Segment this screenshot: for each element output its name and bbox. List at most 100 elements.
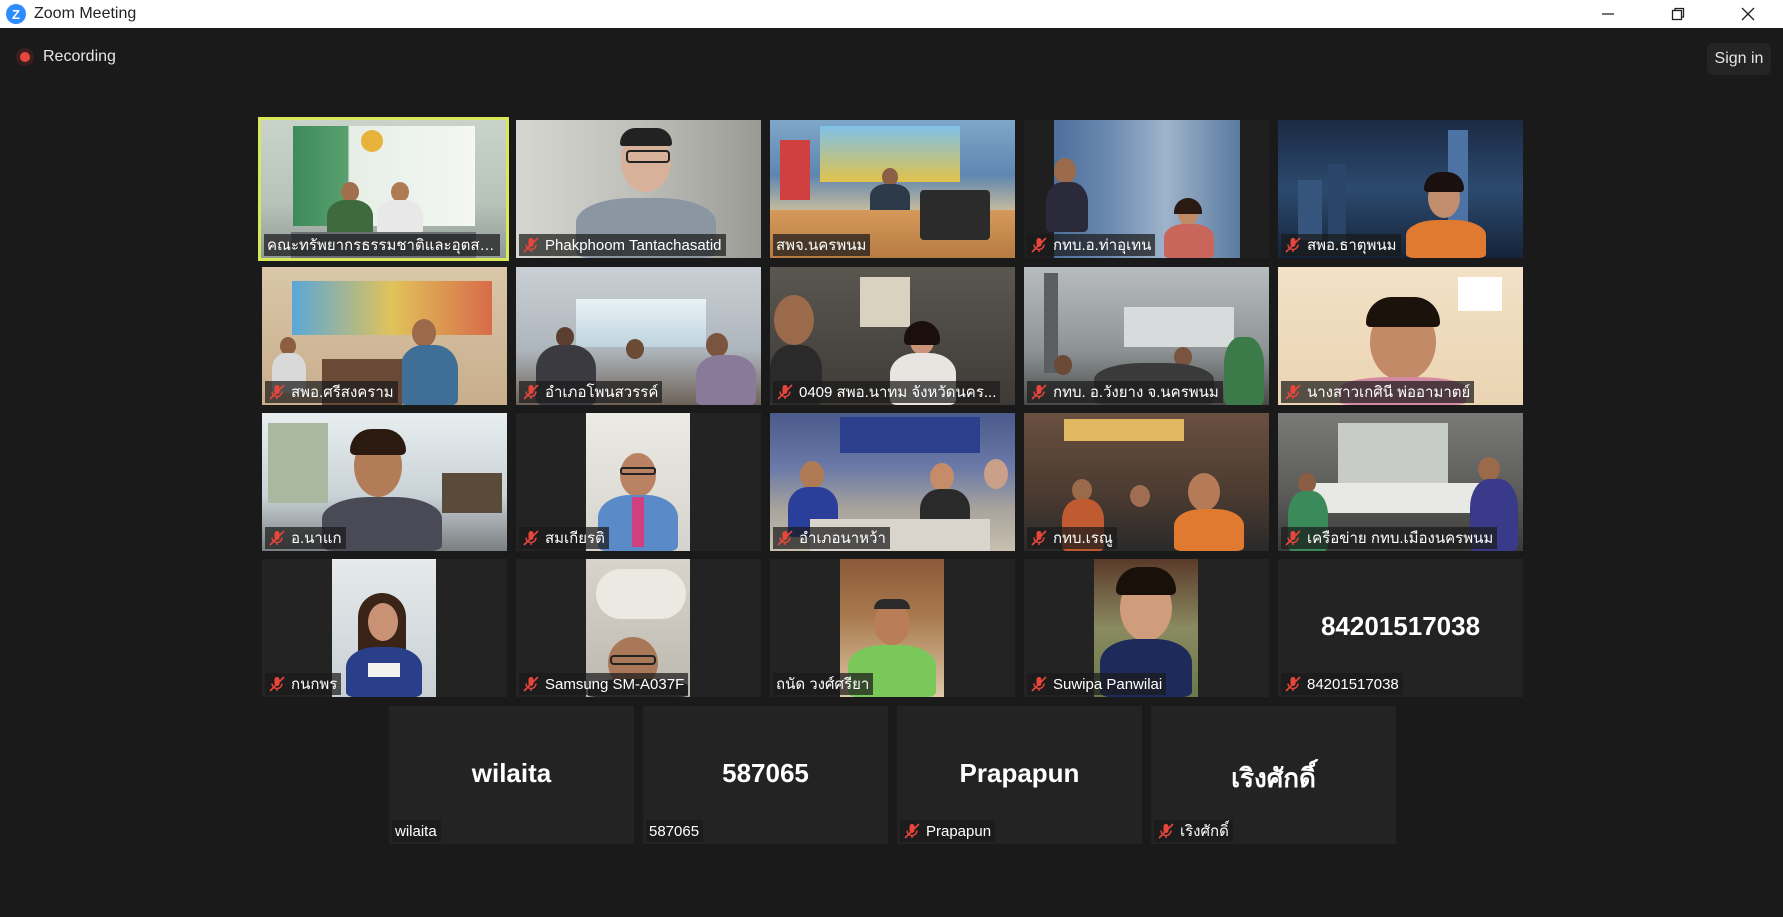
restore-icon: [1671, 7, 1685, 21]
participant-name: สพจ.นครพนม: [776, 237, 867, 254]
zoom-logo-icon: Z: [6, 4, 26, 24]
participant-tile[interactable]: สพจ.นครพนม: [770, 120, 1015, 258]
participant-nameplate: เครือข่าย กทบ.เมืองนครพนม: [1281, 527, 1498, 549]
participant-name: คณะทรัพยากรธรรมชาติและอุตสา...: [267, 237, 496, 254]
participant-name: 587065: [649, 822, 700, 840]
participant-nameplate: กทบ. อ.วังยาง จ.นครพนม: [1027, 381, 1223, 403]
participant-nameplate: Suwipa Panwilai: [1027, 673, 1167, 695]
participant-nameplate: เริงศักดิ์: [1154, 820, 1233, 842]
participant-name: นางสาวเกศินี พ่ออามาตย์: [1307, 384, 1471, 401]
close-icon: [1741, 7, 1755, 21]
muted-microphone-icon: [1285, 676, 1301, 692]
muted-microphone-icon: [1285, 530, 1301, 546]
participant-tile[interactable]: อ.นาแก: [262, 413, 507, 551]
participant-nameplate: อ.นาแก: [265, 527, 346, 549]
participant-tile[interactable]: นางสาวเกศินี พ่ออามาตย์: [1278, 267, 1523, 405]
participant-tile[interactable]: เครือข่าย กทบ.เมืองนครพนม: [1278, 413, 1523, 551]
participant-name: ถนัด วงศ์ศรียา: [776, 676, 870, 693]
muted-microphone-icon: [269, 384, 285, 400]
participant-tile[interactable]: wilaita wilaita: [389, 706, 634, 844]
muted-microphone-icon: [777, 530, 793, 546]
minimize-icon: [1602, 13, 1614, 15]
participant-tile[interactable]: กนกพร: [262, 559, 507, 697]
participant-name: สพอ.ศรีสงคราม: [291, 384, 394, 401]
window-controls: [1573, 0, 1783, 28]
muted-microphone-icon: [1031, 676, 1047, 692]
participant-name: เครือข่าย กทบ.เมืองนครพนม: [1307, 530, 1494, 547]
participant-tile[interactable]: คณะทรัพยากรธรรมชาติและอุตสา...: [258, 117, 509, 261]
participant-tile[interactable]: อำเภอโพนสวรรค์: [516, 267, 761, 405]
muted-microphone-icon: [1031, 237, 1047, 253]
participant-name: กทบ.อ.ท่าอุเทน: [1053, 237, 1152, 254]
participant-tile[interactable]: เริงศักดิ์ เริงศักดิ์: [1151, 706, 1396, 844]
participant-tile[interactable]: กทบ.เรณู: [1024, 413, 1269, 551]
participant-name: สมเกียรติ: [545, 530, 605, 547]
meeting-topbar: Recording Sign in: [0, 28, 1783, 84]
participant-nameplate: นางสาวเกศินี พ่ออามาตย์: [1281, 381, 1475, 403]
participant-tile[interactable]: กทบ. อ.วังยาง จ.นครพนม: [1024, 267, 1269, 405]
participant-nameplate: สพจ.นครพนม: [773, 234, 871, 256]
muted-microphone-icon: [1031, 530, 1047, 546]
participant-name: Samsung SM-A037F: [545, 675, 685, 693]
participant-tile[interactable]: อำเภอนาหว้า: [770, 413, 1015, 551]
participant-tile[interactable]: สมเกียรติ: [516, 413, 761, 551]
participant-name: 84201517038: [1307, 675, 1399, 693]
participant-tile[interactable]: สพอ.ศรีสงคราม: [262, 267, 507, 405]
participant-name: wilaita: [395, 822, 437, 840]
minimize-button[interactable]: [1573, 0, 1643, 28]
muted-microphone-icon: [523, 237, 539, 253]
muted-microphone-icon: [1158, 823, 1174, 839]
participant-tile[interactable]: ถนัด วงศ์ศรียา: [770, 559, 1015, 697]
participant-name: เริงศักดิ์: [1180, 823, 1229, 840]
participant-tile[interactable]: 587065 587065: [643, 706, 888, 844]
recording-indicator[interactable]: Recording: [16, 48, 116, 66]
muted-microphone-icon: [777, 384, 793, 400]
participant-name: Suwipa Panwilai: [1053, 675, 1163, 693]
window-titlebar: Z Zoom Meeting: [0, 0, 1783, 28]
participant-nameplate: 587065: [646, 820, 704, 842]
sign-in-button[interactable]: Sign in: [1707, 43, 1771, 75]
participant-tile[interactable]: Samsung SM-A037F: [516, 559, 761, 697]
participant-name: Phakphoom Tantachasatid: [545, 236, 722, 254]
restore-button[interactable]: [1643, 0, 1713, 28]
participant-display-name: เริงศักดิ์: [1231, 763, 1316, 793]
participant-tile[interactable]: Suwipa Panwilai: [1024, 559, 1269, 697]
participant-name: กนกพร: [291, 676, 338, 693]
muted-microphone-icon: [269, 676, 285, 692]
participant-nameplate: อำเภอนาหว้า: [773, 527, 890, 549]
participant-nameplate: wilaita: [392, 820, 441, 842]
participant-name: อำเภอนาหว้า: [799, 530, 886, 547]
participant-nameplate: Samsung SM-A037F: [519, 673, 689, 695]
participant-tile[interactable]: กทบ.อ.ท่าอุเทน: [1024, 120, 1269, 258]
participant-nameplate: อำเภอโพนสวรรค์: [519, 381, 663, 403]
participant-nameplate: Phakphoom Tantachasatid: [519, 234, 726, 256]
participant-tile[interactable]: 84201517038 84201517038: [1278, 559, 1523, 697]
participant-nameplate: สมเกียรติ: [519, 527, 609, 549]
close-button[interactable]: [1713, 0, 1783, 28]
participant-nameplate: Prapapun: [900, 820, 996, 842]
participant-tile[interactable]: Prapapun Prapapun: [897, 706, 1142, 844]
participant-display-name: 587065: [722, 758, 809, 788]
participant-tile[interactable]: 0409 สพอ.นาทม จังหวัดนคร...: [770, 267, 1015, 405]
participant-name: กทบ. อ.วังยาง จ.นครพนม: [1053, 384, 1219, 401]
participant-display-name: 84201517038: [1320, 611, 1481, 641]
muted-microphone-icon: [523, 676, 539, 692]
participant-name: อ.นาแก: [291, 530, 342, 547]
participant-nameplate: ถนัด วงศ์ศรียา: [773, 673, 874, 695]
participant-tile[interactable]: สพอ.ธาตุพนม: [1278, 120, 1523, 258]
muted-microphone-icon: [1285, 384, 1301, 400]
participant-nameplate: สพอ.ศรีสงคราม: [265, 381, 398, 403]
muted-microphone-icon: [1031, 384, 1047, 400]
window-title: Zoom Meeting: [34, 5, 137, 22]
participant-nameplate: กทบ.เรณู: [1027, 527, 1117, 549]
participant-display-name: Prapapun: [959, 758, 1080, 788]
recording-dot-icon: [16, 48, 34, 66]
muted-microphone-icon: [523, 530, 539, 546]
participant-name: กทบ.เรณู: [1053, 530, 1113, 547]
muted-microphone-icon: [904, 823, 920, 839]
participant-nameplate: 0409 สพอ.นาทม จังหวัดนคร...: [773, 381, 1001, 403]
participant-tile[interactable]: Phakphoom Tantachasatid: [516, 120, 761, 258]
muted-microphone-icon: [269, 530, 285, 546]
participant-nameplate: คณะทรัพยากรธรรมชาติและอุตสา...: [264, 234, 500, 256]
participant-name: Prapapun: [926, 822, 992, 840]
